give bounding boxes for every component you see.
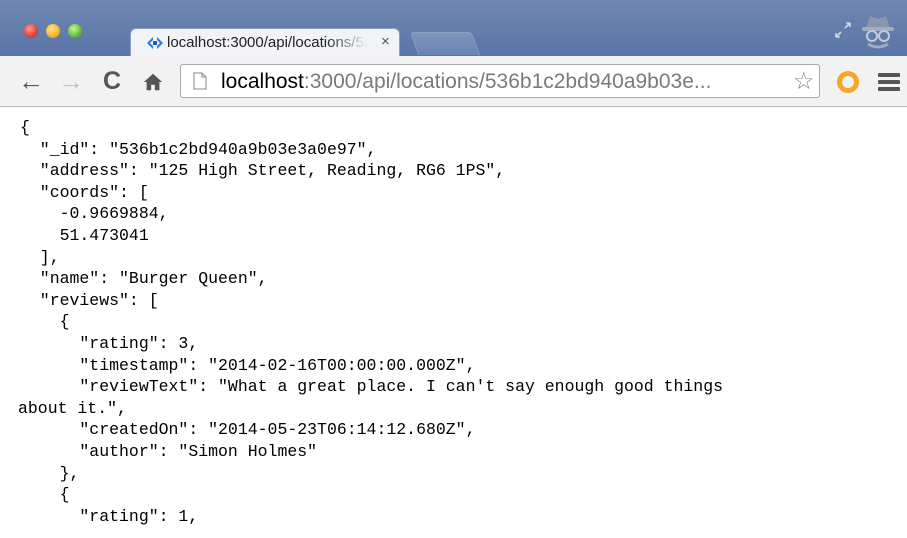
json-line: "rating": 1, xyxy=(20,506,199,526)
json-line: "timestamp": "2014-02-16T00:00:00.000Z", xyxy=(20,355,476,375)
json-line: "author": "Simon Holmes" xyxy=(20,441,318,461)
json-line: }, xyxy=(20,463,80,483)
json-line: "reviews": [ xyxy=(20,290,159,310)
tab-close-button[interactable]: × xyxy=(381,33,390,50)
browser-tab[interactable]: localhost:3000/api/locations/536b1c2bd94… xyxy=(130,28,400,56)
reload-button[interactable]: C xyxy=(103,66,121,96)
url-host: localhost xyxy=(221,70,304,93)
json-line: "_id": "536b1c2bd940a9b03e3a0e97", xyxy=(20,139,377,159)
url-text[interactable]: localhost:3000/api/locations/536b1c2bd94… xyxy=(221,69,711,95)
json-line: { xyxy=(20,485,70,505)
json-line: "coords": [ xyxy=(20,182,149,202)
json-response: { "_id": "536b1c2bd940a9b03e3a0e97", "ad… xyxy=(18,117,900,527)
fullscreen-icon[interactable] xyxy=(833,20,853,40)
json-line: ], xyxy=(20,247,60,267)
json-line: "reviewText": "What a great place. I can… xyxy=(20,377,724,397)
address-bar[interactable]: localhost:3000/api/locations/536b1c2bd94… xyxy=(180,64,820,98)
json-line: "address": "125 High Street, Reading, RG… xyxy=(20,161,506,181)
forward-button[interactable]: → xyxy=(58,66,84,96)
close-window-button[interactable] xyxy=(24,24,38,38)
extension-icon[interactable] xyxy=(835,69,861,95)
new-tab-button[interactable] xyxy=(409,32,481,55)
json-line: "rating": 3, xyxy=(20,333,199,353)
zoom-window-button[interactable] xyxy=(68,24,82,38)
json-viewer-icon xyxy=(147,37,163,49)
back-button[interactable]: ← xyxy=(18,66,44,96)
page-content: { "_id": "536b1c2bd940a9b03e3a0e97", "ad… xyxy=(0,107,907,538)
json-line: { xyxy=(20,118,30,137)
minimize-window-button[interactable] xyxy=(46,24,60,38)
tab-title: localhost:3000/api/locations/536b1c2bd94… xyxy=(167,34,367,51)
json-line: { xyxy=(20,312,70,332)
page-icon xyxy=(193,72,207,90)
window-titlebar: localhost:3000/api/locations/536b1c2bd94… xyxy=(0,0,907,56)
json-line: -0.9669884, xyxy=(20,204,169,224)
browser-toolbar: ← → C localhost:3000/api/locations/536b1… xyxy=(0,56,907,107)
bookmark-star-icon[interactable]: ☆ xyxy=(793,67,815,96)
incognito-icon xyxy=(862,16,894,49)
home-icon[interactable] xyxy=(142,71,164,93)
menu-icon[interactable] xyxy=(878,73,900,91)
json-line: "createdOn": "2014-05-23T06:14:12.680Z", xyxy=(20,420,476,440)
json-line: 51.473041 xyxy=(20,225,149,245)
url-path: :3000/api/locations/536b1c2bd940a9b03e..… xyxy=(303,70,712,93)
json-line: "name": "Burger Queen", xyxy=(20,269,268,289)
json-line: about it.", xyxy=(18,398,127,418)
